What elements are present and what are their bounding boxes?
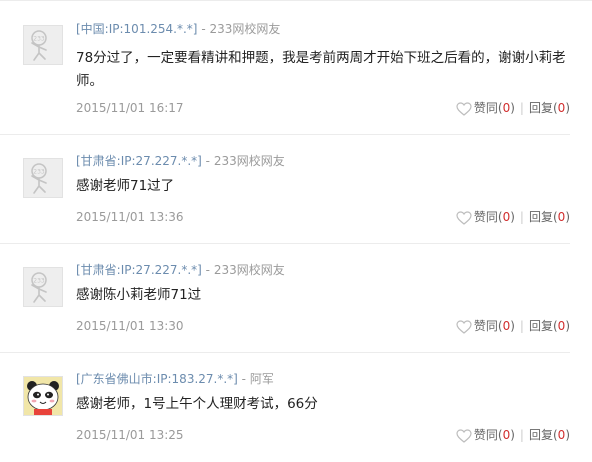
default-avatar-icon[interactable]: 233 <box>23 158 63 198</box>
comment-meta: [广东省佛山市:IP:183.27.*.*] - 阿军 <box>76 370 274 388</box>
reply-count: 0 <box>557 428 566 442</box>
action-divider: | <box>519 319 524 333</box>
reply-count: 0 <box>557 210 566 224</box>
heart-icon <box>456 428 472 443</box>
like-count: 0 <box>502 319 511 333</box>
reply-label: 回复 <box>528 428 553 442</box>
comment-date: 2015/11/01 13:36 <box>76 210 184 224</box>
like-label: 赞同 <box>473 319 498 333</box>
reply-button[interactable]: 回复(0) <box>529 208 570 226</box>
comment-date: 2015/11/01 13:30 <box>76 319 184 333</box>
comment-text: 感谢老师，1号上午个人理财考试，66分 <box>76 396 318 412</box>
comment-item: 233 [甘肃省:IP:27.227.*.*] - 233网校网友 感谢陈小莉老… <box>0 244 592 353</box>
comment-text: 78分过了，一定要看精讲和押题，我是考前两周才开始下班之后看的，谢谢小莉老师。 <box>76 50 566 89</box>
reply-button[interactable]: 回复(0) <box>529 426 570 444</box>
meta-dash: - <box>205 154 211 168</box>
comment-actions: 赞同(0) | 回复(0) <box>456 208 570 226</box>
comment-meta: [中国:IP:101.254.*.*] - 233网校网友 <box>76 20 280 38</box>
heart-icon <box>456 319 472 334</box>
username: 233网校网友 <box>213 154 285 168</box>
comment-item: [广东省佛山市:IP:183.27.*.*] - 阿军 感谢老师，1号上午个人理… <box>0 353 592 462</box>
like-button[interactable]: 赞同(0) <box>456 99 515 117</box>
comment-text: 感谢陈小莉老师71过 <box>76 287 202 303</box>
comment-date: 2015/11/01 16:17 <box>76 101 184 115</box>
default-avatar-icon[interactable]: 233 <box>23 267 63 307</box>
comment-actions: 赞同(0) | 回复(0) <box>456 99 570 117</box>
svg-text:233: 233 <box>33 36 45 43</box>
reply-button[interactable]: 回复(0) <box>529 317 570 335</box>
comment-date: 2015/11/01 13:25 <box>76 428 184 442</box>
reply-label: 回复 <box>528 210 553 224</box>
action-divider: | <box>519 210 524 224</box>
username: 阿军 <box>249 372 274 386</box>
like-button[interactable]: 赞同(0) <box>456 317 515 335</box>
location-ip: [广东省佛山市:IP:183.27.*.*] <box>76 372 238 386</box>
comment-actions: 赞同(0) | 回复(0) <box>456 317 570 335</box>
like-count: 0 <box>502 210 511 224</box>
heart-icon <box>456 101 472 116</box>
svg-text:233: 233 <box>33 169 45 176</box>
location-ip: [甘肃省:IP:27.227.*.*] <box>76 154 202 168</box>
location-ip: [中国:IP:101.254.*.*] <box>76 22 198 36</box>
reply-count: 0 <box>557 319 566 333</box>
comment-item: 233 [中国:IP:101.254.*.*] - 233网校网友 78分过了，… <box>0 0 592 135</box>
comment-item: 233 [甘肃省:IP:27.227.*.*] - 233网校网友 感谢老师71… <box>0 135 592 244</box>
location-ip: [甘肃省:IP:27.227.*.*] <box>76 263 202 277</box>
reply-label: 回复 <box>528 101 553 115</box>
panda-avatar-icon[interactable] <box>23 376 63 416</box>
like-label: 赞同 <box>473 101 498 115</box>
action-divider: | <box>519 428 524 442</box>
username: 233网校网友 <box>209 22 281 36</box>
reply-count: 0 <box>557 101 566 115</box>
like-button[interactable]: 赞同(0) <box>456 208 515 226</box>
default-avatar-icon[interactable]: 233 <box>23 25 63 65</box>
meta-dash: - <box>201 22 206 36</box>
comment-text: 感谢老师71过了 <box>76 178 175 194</box>
meta-dash: - <box>205 263 211 277</box>
action-divider: | <box>519 101 524 115</box>
comment-meta: [甘肃省:IP:27.227.*.*] - 233网校网友 <box>76 152 285 170</box>
heart-icon <box>456 210 472 225</box>
reply-label: 回复 <box>528 319 553 333</box>
username: 233网校网友 <box>213 263 285 277</box>
reply-button[interactable]: 回复(0) <box>529 99 570 117</box>
like-count: 0 <box>502 101 511 115</box>
comment-actions: 赞同(0) | 回复(0) <box>456 426 570 444</box>
meta-dash: - <box>241 372 247 386</box>
like-label: 赞同 <box>473 428 498 442</box>
like-count: 0 <box>502 428 511 442</box>
svg-text:233: 233 <box>33 278 45 285</box>
comment-meta: [甘肃省:IP:27.227.*.*] - 233网校网友 <box>76 261 285 279</box>
like-button[interactable]: 赞同(0) <box>456 426 515 444</box>
like-label: 赞同 <box>473 210 498 224</box>
